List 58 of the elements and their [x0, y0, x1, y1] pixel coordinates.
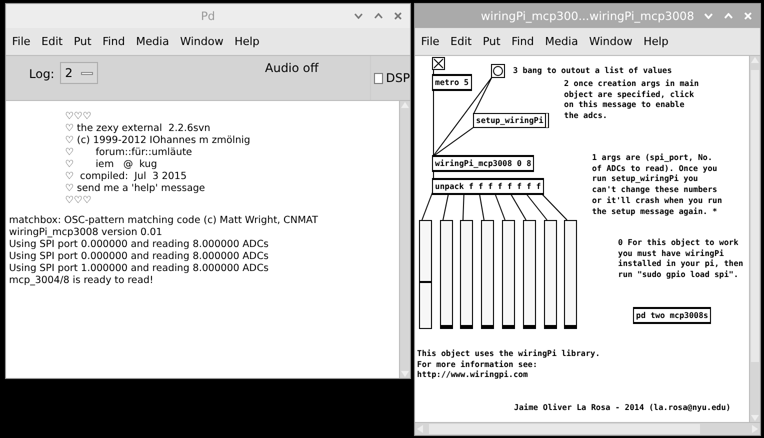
menu-item[interactable]: Put: [74, 35, 92, 48]
console-line: ♡ forum::für::umläute: [64, 147, 194, 159]
console-line: ♡ send me a 'help' message: [64, 183, 206, 195]
console-line: ♡ (c) 1999-2012 IOhannes m zmölnig: [64, 135, 252, 147]
scrollbar[interactable]: [749, 56, 760, 422]
console-line: ♡♡♡: [64, 111, 92, 123]
console-line: mcp_3004/8 is ready to read!: [9, 275, 154, 287]
scrollbar[interactable]: [415, 422, 760, 435]
toggle[interactable]: [432, 57, 445, 70]
object-box[interactable]: pd two mcp3008s: [633, 307, 712, 324]
log-label: Log:: [29, 67, 54, 81]
audio-status: Audio off: [265, 61, 319, 75]
console-line: ♡♡♡: [64, 195, 92, 207]
console-line: matchbox: OSC-pattern matching code (c) Matt Wright, CNMAT: [9, 215, 319, 227]
vertical-slider[interactable]: [460, 220, 473, 329]
vertical-slider[interactable]: [502, 220, 515, 329]
console-line: ♡ compiled: Jul 3 2015: [64, 171, 188, 183]
vertical-slider[interactable]: [440, 220, 453, 329]
object-box[interactable]: unpack f f f f f f f f: [432, 178, 544, 195]
console-line: Using SPI port 0.000000 and reading 8.000000 ADCs: [9, 251, 270, 263]
menu-item[interactable]: Help: [643, 35, 669, 48]
menu-item[interactable]: File: [421, 35, 440, 48]
console-line: Using SPI port 0.000000 and reading 8.000000 ADCs: [9, 239, 270, 251]
comment: 1 args are (spi_port, No. of ADCs to read). Once you run setup_wiringPi you can't change these numbers or it'll crash when you run the setup message again. *: [592, 153, 722, 218]
vertical-slider[interactable]: [419, 220, 432, 329]
menu-item[interactable]: Find: [511, 35, 534, 48]
window-title: wiringPi_mcp300...wiringPi_mcp3008: [480, 9, 694, 23]
vertical-slider[interactable]: [523, 220, 536, 329]
comment: 2 once creation args in main object are specified, click on this message to enable the adcs.: [564, 79, 699, 122]
window-title: Pd: [200, 9, 216, 23]
console-line: Using SPI port 1.000000 and reading 8.000000 ADCs: [9, 263, 270, 275]
menu-item[interactable]: Edit: [41, 35, 63, 48]
console-line: wiringPi_mcp3008 version 0.01: [9, 227, 164, 239]
object-box[interactable]: wiringPi_mcp3008 0 8: [432, 155, 534, 172]
dsp-checkbox[interactable]: DSP: [370, 56, 410, 100]
menu-item[interactable]: Media: [545, 35, 578, 48]
menu-item[interactable]: Put: [482, 35, 500, 48]
comment: This object uses the wiringPi library. For more information see: http://www.wiringpi.com: [417, 349, 600, 382]
menu-item[interactable]: Window: [589, 35, 632, 48]
menu-item[interactable]: Help: [234, 35, 260, 48]
vertical-slider[interactable]: [544, 220, 557, 329]
vertical-slider[interactable]: [481, 220, 494, 329]
menu-item[interactable]: Edit: [450, 35, 472, 48]
menu-item[interactable]: File: [12, 35, 30, 48]
vertical-slider[interactable]: [564, 220, 577, 329]
log-level-dropdown[interactable]: 2: [60, 62, 98, 84]
scrollbar[interactable]: [399, 101, 410, 378]
comment: 3 bang to outout a list of values: [513, 66, 672, 77]
message-box[interactable]: setup_wiringPi: [473, 113, 550, 128]
console-line: ♡ iem @ kug: [64, 159, 158, 171]
patch-cord: [422, 190, 434, 220]
bang-button[interactable]: [491, 64, 505, 78]
console-line: ♡ the zexy external 2.2.6svn: [64, 123, 212, 135]
menu-item[interactable]: Window: [180, 35, 224, 48]
menu-item[interactable]: Find: [102, 35, 126, 48]
menu-item[interactable]: Media: [136, 35, 170, 48]
comment: Jaime Oliver La Rosa - 2014 (la.rosa@nyu.edu): [514, 403, 731, 414]
comment: 0 For this object to work you must have wiringPi installed in your pi, then run "sudo gpio load spi".: [618, 238, 744, 281]
